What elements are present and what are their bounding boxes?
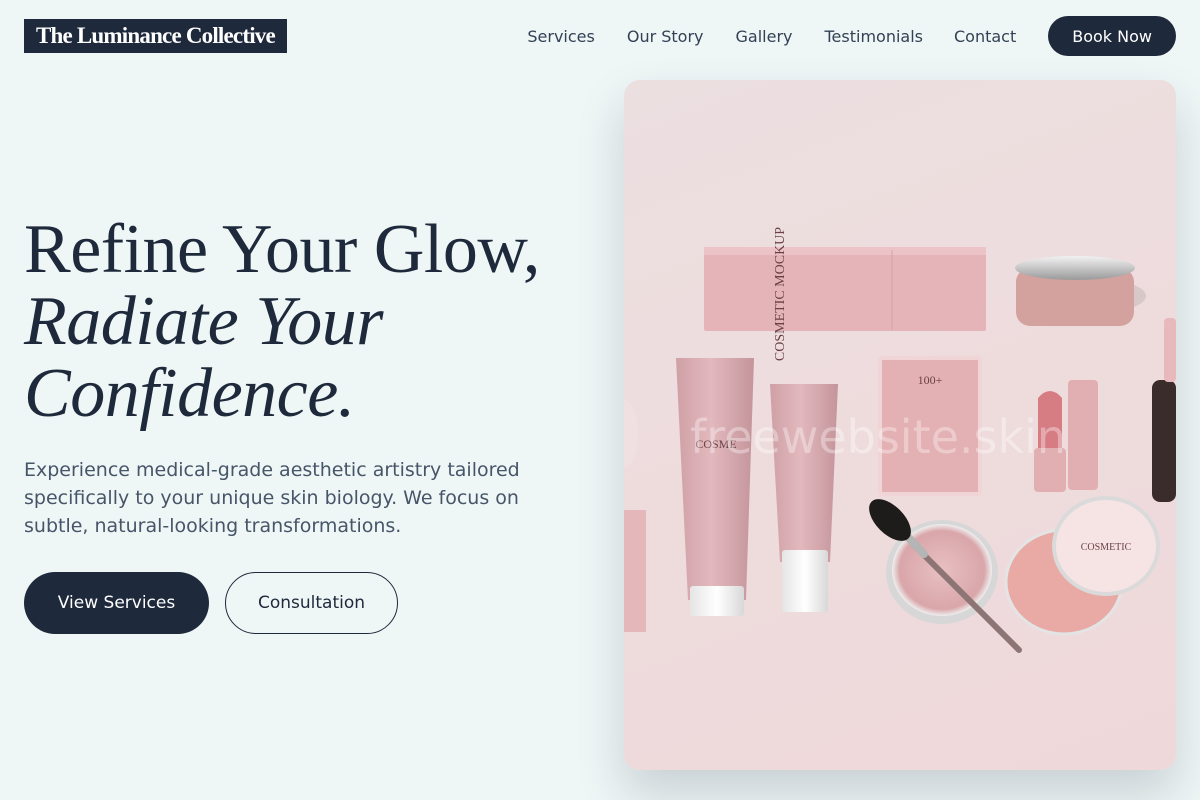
nav-link-contact[interactable]: Contact	[954, 27, 1016, 46]
nav-link-services[interactable]: Services	[527, 27, 594, 46]
view-services-button[interactable]: View Services	[24, 572, 209, 634]
nav-link-testimonials[interactable]: Testimonials	[825, 27, 924, 46]
main-nav: Services Our Story Gallery Testimonials …	[527, 16, 1176, 56]
tube-small	[770, 384, 838, 562]
product-box-label: COSMETIC MOCKUP	[773, 227, 788, 361]
hero-title: Refine Your Glow, Radiate Your Confidenc…	[24, 214, 540, 430]
lipstick	[1034, 448, 1066, 492]
hero-title-line-1: Refine Your Glow,	[24, 211, 540, 288]
product-box	[704, 247, 986, 331]
hero-title-line-3: Confidence.	[24, 355, 355, 432]
hero-product-image: COSMETIC MOCKUP COSME 100+ COSMETIC	[624, 80, 1176, 770]
tube-large	[676, 358, 754, 600]
hero-title-line-2: Radiate Your	[24, 283, 383, 360]
book-now-button[interactable]: Book Now	[1048, 16, 1176, 56]
brand-logo[interactable]: The Luminance Collective	[24, 19, 287, 53]
consultation-button[interactable]: Consultation	[225, 572, 398, 634]
cosmetic-products-illustration: COSMETIC MOCKUP COSME 100+ COSMETIC	[624, 227, 1176, 653]
hero-description: Experience medical-grade aesthetic artis…	[24, 459, 520, 537]
nav-link-gallery[interactable]: Gallery	[736, 27, 793, 46]
svg-text:COSME: COSME	[695, 437, 736, 451]
dropper-bottle	[1152, 380, 1176, 502]
svg-text:COSMETIC: COSMETIC	[1081, 542, 1132, 553]
sachet-number: 100+	[918, 373, 943, 387]
nav-link-our-story[interactable]: Our Story	[627, 27, 704, 46]
